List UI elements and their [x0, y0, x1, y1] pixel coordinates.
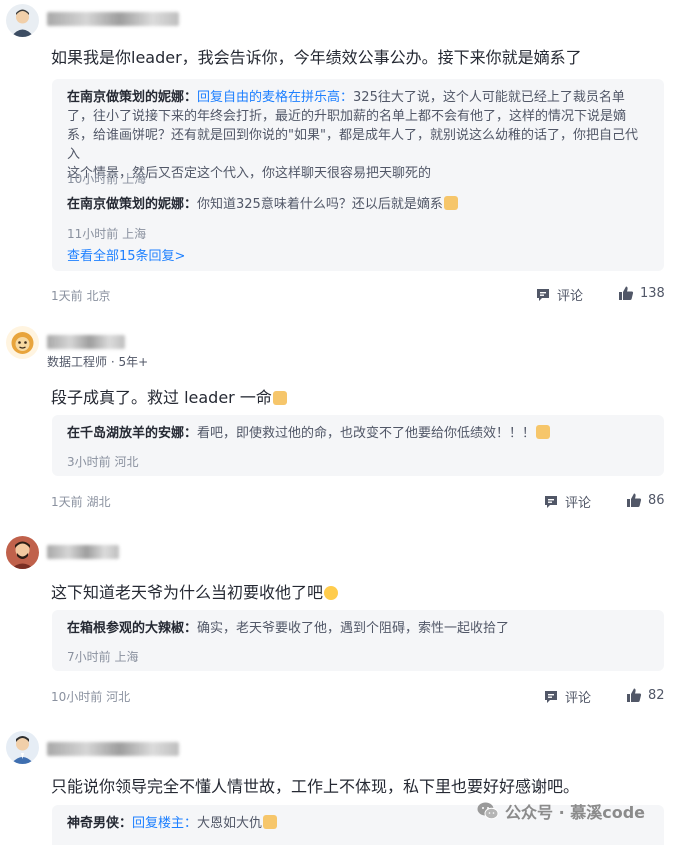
avatar[interactable] — [6, 326, 39, 359]
avatar[interactable] — [6, 536, 39, 569]
emoji-icon — [272, 391, 287, 405]
reply-item: 在箱根参观的大辣椒：确实，老天爷要收了他，遇到个阻碍，索性一起收拾了 — [67, 619, 650, 638]
thumbs-up-icon — [627, 493, 642, 507]
comment-button[interactable]: 评论 — [535, 285, 583, 304]
reply-text: 看吧，即使救过他的命，也改变不了他要给你低绩效！！！ — [197, 426, 536, 441]
watermark: 公众号 · 慕溪code — [477, 799, 645, 823]
reply-author[interactable]: 在千岛湖放羊的安娜： — [67, 426, 197, 441]
comment-text: 如果我是你leader，我会告诉你，今年绩效公事公办。接下来你就是嫡系了 — [51, 48, 582, 67]
comment-text: 段子成真了。救过 leader 一命 — [51, 384, 287, 408]
reply-meta: 10小时前 上海 — [67, 172, 147, 186]
reply-author[interactable]: 在南京做策划的妮娜： — [67, 197, 197, 212]
reply-item: 在南京做策划的妮娜：你知道325意味着什么吗？还以后就是嫡系 — [67, 195, 650, 214]
avatar[interactable] — [6, 4, 39, 37]
comment-button[interactable]: 评论 — [543, 492, 591, 511]
comment-button[interactable]: 评论 — [543, 687, 591, 706]
reply-text-line: 325往大了说，这个人可能就已经上了裁员名单 — [353, 90, 625, 105]
thumbs-up-icon — [619, 286, 634, 300]
like-button[interactable]: 138 — [618, 285, 665, 301]
reply-author[interactable]: 在南京做策划的妮娜： — [67, 90, 197, 105]
wechat-icon — [477, 802, 499, 820]
reply-meta: 3小时前 河北 — [67, 455, 139, 469]
reply-item: 在千岛湖放羊的安娜：看吧，即使救过他的命，也改变不了他要给你低绩效！！！ — [67, 424, 650, 443]
like-count: 138 — [640, 285, 665, 301]
reply-author[interactable]: 在箱根参观的大辣椒： — [67, 621, 197, 636]
comment-meta: 10小时前 河北 — [51, 690, 131, 704]
comment-text-body: 这下知道老天爷为什么当初要收他了吧 — [51, 583, 324, 602]
view-all-replies-link[interactable]: 查看全部15条回复> — [67, 245, 185, 264]
comment-label: 评论 — [557, 289, 584, 304]
comment-item: 这下知道老天爷为什么当初要收他了吧 在箱根参观的大辣椒：确实，老天爷要收了他，遇… — [0, 515, 691, 715]
username-blurred[interactable] — [47, 12, 179, 26]
reply-author[interactable]: 神奇男侠： — [67, 816, 132, 831]
comment-text: 这下知道老天爷为什么当初要收他了吧 — [51, 579, 339, 603]
comment-item: 数据工程师 · 5年+ 段子成真了。救过 leader 一命 在千岛湖放羊的安娜… — [0, 320, 691, 515]
emoji-icon — [536, 425, 551, 439]
emoji-icon — [443, 196, 458, 210]
reply-text: 你知道325意味着什么吗？还以后就是嫡系 — [197, 197, 443, 212]
comment-meta: 1天前 北京 — [51, 289, 111, 303]
username-blurred[interactable] — [47, 742, 179, 756]
comment-meta: 1天前 湖北 — [51, 495, 111, 509]
like-count: 86 — [648, 492, 665, 508]
comment-text: 只能说你领导完全不懂人情世故，工作上不体现，私下里也要好好感谢吧。 — [51, 777, 580, 796]
avatar[interactable] — [6, 731, 39, 764]
watermark-text: 公众号 · 慕溪code — [505, 803, 646, 822]
reply-box: 在千岛湖放羊的安娜：看吧，即使救过他的命，也改变不了他要给你低绩效！！！ 3小时… — [52, 415, 664, 476]
reply-to-link[interactable]: 回复楼主： — [132, 816, 197, 831]
username-blurred[interactable] — [47, 545, 119, 559]
comment-icon — [545, 690, 557, 703]
thumbs-up-icon — [627, 688, 642, 702]
reply-to-link[interactable]: 回复自由的麦格在拼乐高： — [197, 90, 353, 105]
reply-box: 在箱根参观的大辣椒：确实，老天爷要收了他，遇到个阻碍，索性一起收拾了 7小时前 … — [52, 610, 664, 671]
reply-meta: 11小时前 上海 — [67, 227, 147, 241]
user-title: 数据工程师 · 5年+ — [47, 355, 149, 369]
comment-item: 如果我是你leader，我会告诉你，今年绩效公事公办。接下来你就是嫡系了 在南京… — [0, 0, 691, 320]
username-blurred[interactable] — [47, 335, 125, 349]
comment-label: 评论 — [565, 496, 592, 511]
like-button[interactable]: 86 — [626, 492, 665, 508]
reply-text: 大恩如大仇 — [197, 816, 263, 831]
reply-text-line: 系，给谁画饼呢？还有就是回到你说的"如果"，都是成年人了，就别说这么幼稚的话了，… — [67, 128, 638, 162]
like-count: 82 — [648, 687, 665, 703]
emoji-icon — [324, 586, 339, 600]
like-button[interactable]: 82 — [626, 687, 665, 703]
reply-item: 在南京做策划的妮娜：回复自由的麦格在拼乐高：325往大了说，这个人可能就已经上了… — [67, 88, 650, 183]
reply-box: 在南京做策划的妮娜：回复自由的麦格在拼乐高：325往大了说，这个人可能就已经上了… — [52, 79, 664, 271]
reply-text-line: 了，往小了说接下来的年终会打折，最近的升职加薪的名单上都不会有他了，这样的情况下… — [67, 109, 627, 124]
comment-icon — [537, 288, 549, 301]
reply-meta: 7小时前 上海 — [67, 650, 139, 664]
emoji-icon — [263, 815, 278, 829]
comment-label: 评论 — [565, 691, 592, 706]
comment-icon — [545, 495, 557, 508]
comment-text-body: 段子成真了。救过 leader 一命 — [51, 388, 272, 407]
reply-text: 确实，老天爷要收了他，遇到个阻碍，索性一起收拾了 — [197, 621, 510, 636]
